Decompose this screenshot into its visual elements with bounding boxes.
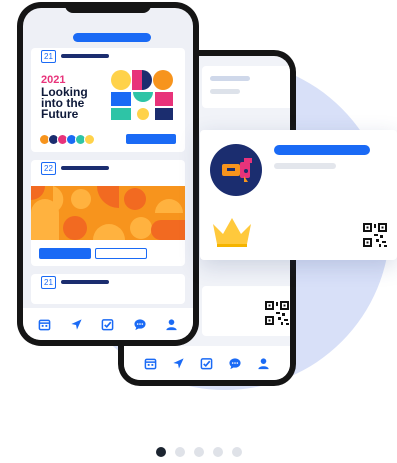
back-header-card [202, 66, 290, 108]
profile-name-bar [274, 145, 370, 155]
carousel-dot[interactable] [193, 447, 204, 457]
promo-illustration: 21 2021 Looking into the Future 22 21 [0, 0, 397, 463]
navigate-icon[interactable] [172, 356, 186, 370]
carousel-dot[interactable] [174, 447, 185, 457]
attendee-avatars [39, 134, 95, 145]
qr-code-icon [264, 300, 290, 326]
primary-button[interactable] [39, 248, 91, 259]
back-header-line [210, 76, 250, 81]
person-icon[interactable] [257, 356, 271, 370]
chat-icon[interactable] [228, 356, 242, 370]
calendar-icon[interactable] [143, 356, 157, 370]
event-action-button[interactable] [126, 134, 176, 144]
profile-subtitle-line [274, 163, 336, 169]
session-card[interactable]: 21 [31, 274, 185, 304]
qr-code-icon [362, 222, 388, 248]
date-badge: 21 [41, 276, 56, 289]
front-phone: 21 2021 Looking into the Future 22 21 [17, 2, 199, 346]
event-headline: Looking into the Future [41, 85, 88, 121]
session-banner-image [31, 186, 185, 240]
date-badge: 21 [41, 50, 56, 63]
calendar-icon[interactable] [38, 317, 52, 331]
event-card[interactable]: 21 2021 Looking into the Future [31, 48, 185, 152]
event-logo-icon [111, 70, 173, 120]
phone-notch [65, 2, 151, 13]
person-icon[interactable] [164, 317, 178, 331]
date-title-line [61, 280, 109, 284]
avatar [84, 134, 95, 145]
profile-badge-card[interactable] [200, 130, 397, 260]
chat-icon[interactable] [133, 317, 147, 331]
date-title-line [61, 54, 109, 58]
crown-icon [213, 218, 251, 247]
checklist-icon[interactable] [200, 356, 214, 370]
navigate-icon[interactable] [69, 317, 83, 331]
checklist-icon[interactable] [101, 317, 115, 331]
bottom-nav [23, 308, 193, 340]
app-header-bar [73, 33, 151, 42]
date-title-line [61, 166, 109, 170]
carousel-pagination [0, 447, 397, 457]
session-card[interactable]: 22 [31, 160, 185, 266]
secondary-button[interactable] [95, 248, 147, 259]
back-bottom-nav [124, 346, 290, 380]
carousel-dot[interactable] [231, 447, 242, 457]
front-phone-screen: 21 2021 Looking into the Future 22 21 [23, 8, 193, 340]
carousel-dot[interactable] [212, 447, 223, 457]
avatar [210, 144, 262, 196]
carousel-dot-active[interactable] [155, 447, 166, 457]
date-badge: 22 [41, 162, 56, 175]
back-header-subline [210, 89, 240, 94]
